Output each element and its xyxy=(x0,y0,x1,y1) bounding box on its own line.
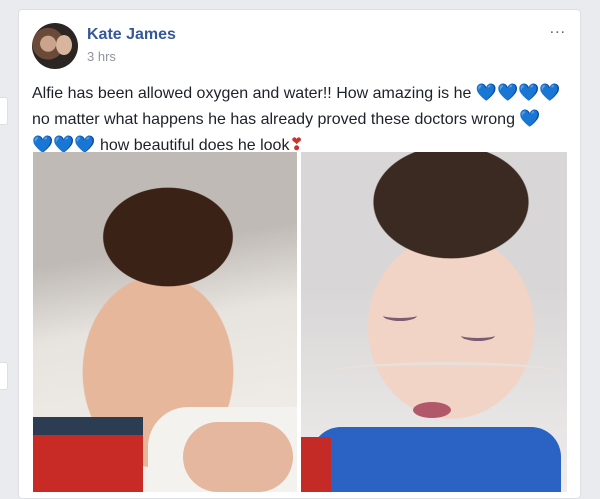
photo-shirt xyxy=(311,427,561,492)
photo-eye xyxy=(461,330,495,341)
post-card: Kate James 3 hrs ... Alfie has been allo… xyxy=(18,9,581,499)
page-left-gutter xyxy=(0,0,18,489)
blue-heart-icon: 💙💙💙💙 xyxy=(475,83,561,102)
post-photo-left[interactable] xyxy=(33,152,297,492)
post-text-line-1: Alfie has been allowed oxygen and water!… xyxy=(32,85,472,102)
photo-eye xyxy=(383,310,417,321)
photo-arm xyxy=(183,422,293,492)
post-text: Alfie has been allowed oxygen and water!… xyxy=(32,80,562,158)
post-text-line-2: no matter what happens he has already pr… xyxy=(32,111,515,128)
left-panel-fragment xyxy=(0,362,8,390)
photo-oxygen-tube xyxy=(326,362,566,385)
left-panel-fragment xyxy=(0,97,8,125)
blue-heart-icon: 💙 xyxy=(519,109,541,128)
avatar-face xyxy=(56,35,72,55)
post-photo-right[interactable] xyxy=(301,152,567,492)
photo-shirt xyxy=(33,417,143,492)
post-options-icon[interactable]: ... xyxy=(550,20,566,38)
author-name[interactable]: Kate James xyxy=(87,26,176,44)
photo-mouth xyxy=(413,402,451,418)
post-timestamp[interactable]: 3 hrs xyxy=(87,49,116,64)
author-avatar[interactable] xyxy=(32,23,78,69)
photo-shirt-accent xyxy=(301,437,331,492)
